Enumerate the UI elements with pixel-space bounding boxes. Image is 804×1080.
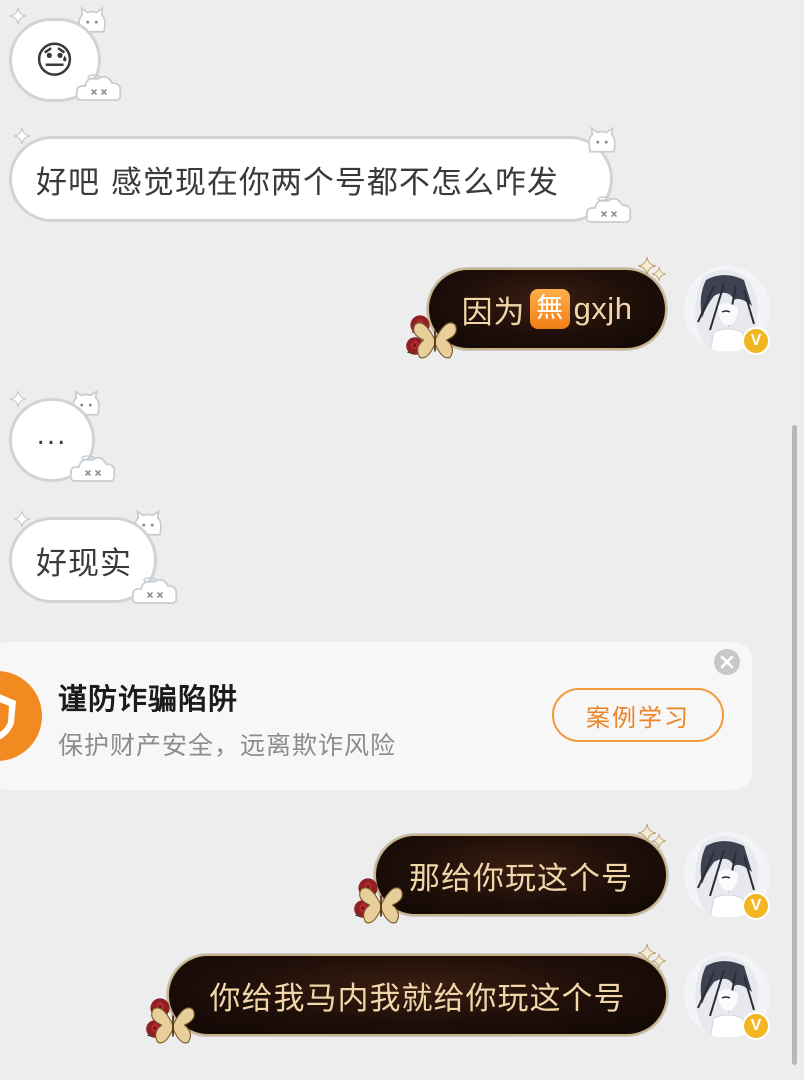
message-incoming[interactable]: 好吧 感觉现在你两个号都不怎么咋发: [0, 120, 650, 230]
rose-icon: [404, 335, 426, 357]
message-text: ...: [36, 421, 68, 451]
verified-badge-icon: V: [742, 892, 770, 920]
sparkle-icon: [14, 128, 30, 144]
rose-icon: [144, 1018, 166, 1040]
message-outgoing[interactable]: 因为 無 gxjh V: [390, 255, 804, 375]
message-bubble[interactable]: 那给你玩这个号: [374, 834, 668, 916]
message-text-latin: gxjh: [573, 291, 633, 326]
sweat-emoji-icon: 😓: [34, 38, 76, 82]
shield-icon: [0, 671, 42, 761]
fraud-warning-subtitle: 保护财产安全，远离欺诈风险: [58, 731, 397, 760]
message-text: 好现实: [36, 545, 132, 582]
message-bubble[interactable]: 😓: [9, 18, 101, 102]
wu-badge-icon: 無: [529, 289, 570, 329]
message-bubble[interactable]: ...: [9, 398, 95, 482]
fraud-warning-title: 谨防诈骗陷阱: [58, 682, 239, 716]
sparkle-icon: [10, 8, 26, 24]
rose-icon: [352, 898, 374, 920]
verified-badge-icon: V: [742, 1012, 770, 1040]
scrollbar[interactable]: [792, 425, 797, 1065]
sparkle-icon: [10, 391, 26, 407]
close-icon[interactable]: [714, 649, 740, 675]
message-incoming[interactable]: 好现实: [0, 505, 190, 615]
message-bubble[interactable]: 好现实: [9, 517, 157, 603]
message-outgoing[interactable]: 那给你玩这个号 V: [340, 822, 804, 942]
message-bubble[interactable]: 你给我马内我就给你玩这个号: [167, 954, 668, 1036]
message-incoming-emoji[interactable]: 😓: [0, 0, 140, 110]
message-text: 好吧 感觉现在你两个号都不怎么咋发: [36, 164, 559, 201]
message-text: 你给我马内我就给你玩这个号: [209, 980, 626, 1017]
message-bubble[interactable]: 因为 無 gxjh: [427, 268, 667, 350]
verified-badge-icon: V: [742, 327, 770, 355]
message-text: 因为: [461, 294, 526, 331]
message-outgoing[interactable]: 你给我马内我就给你玩这个号 V: [140, 940, 804, 1060]
message-incoming[interactable]: ...: [0, 385, 140, 495]
message-text: 那给你玩这个号: [409, 860, 633, 897]
message-bubble[interactable]: 好吧 感觉现在你两个号都不怎么咋发: [9, 136, 613, 222]
case-study-button[interactable]: 案例学习: [552, 688, 724, 742]
